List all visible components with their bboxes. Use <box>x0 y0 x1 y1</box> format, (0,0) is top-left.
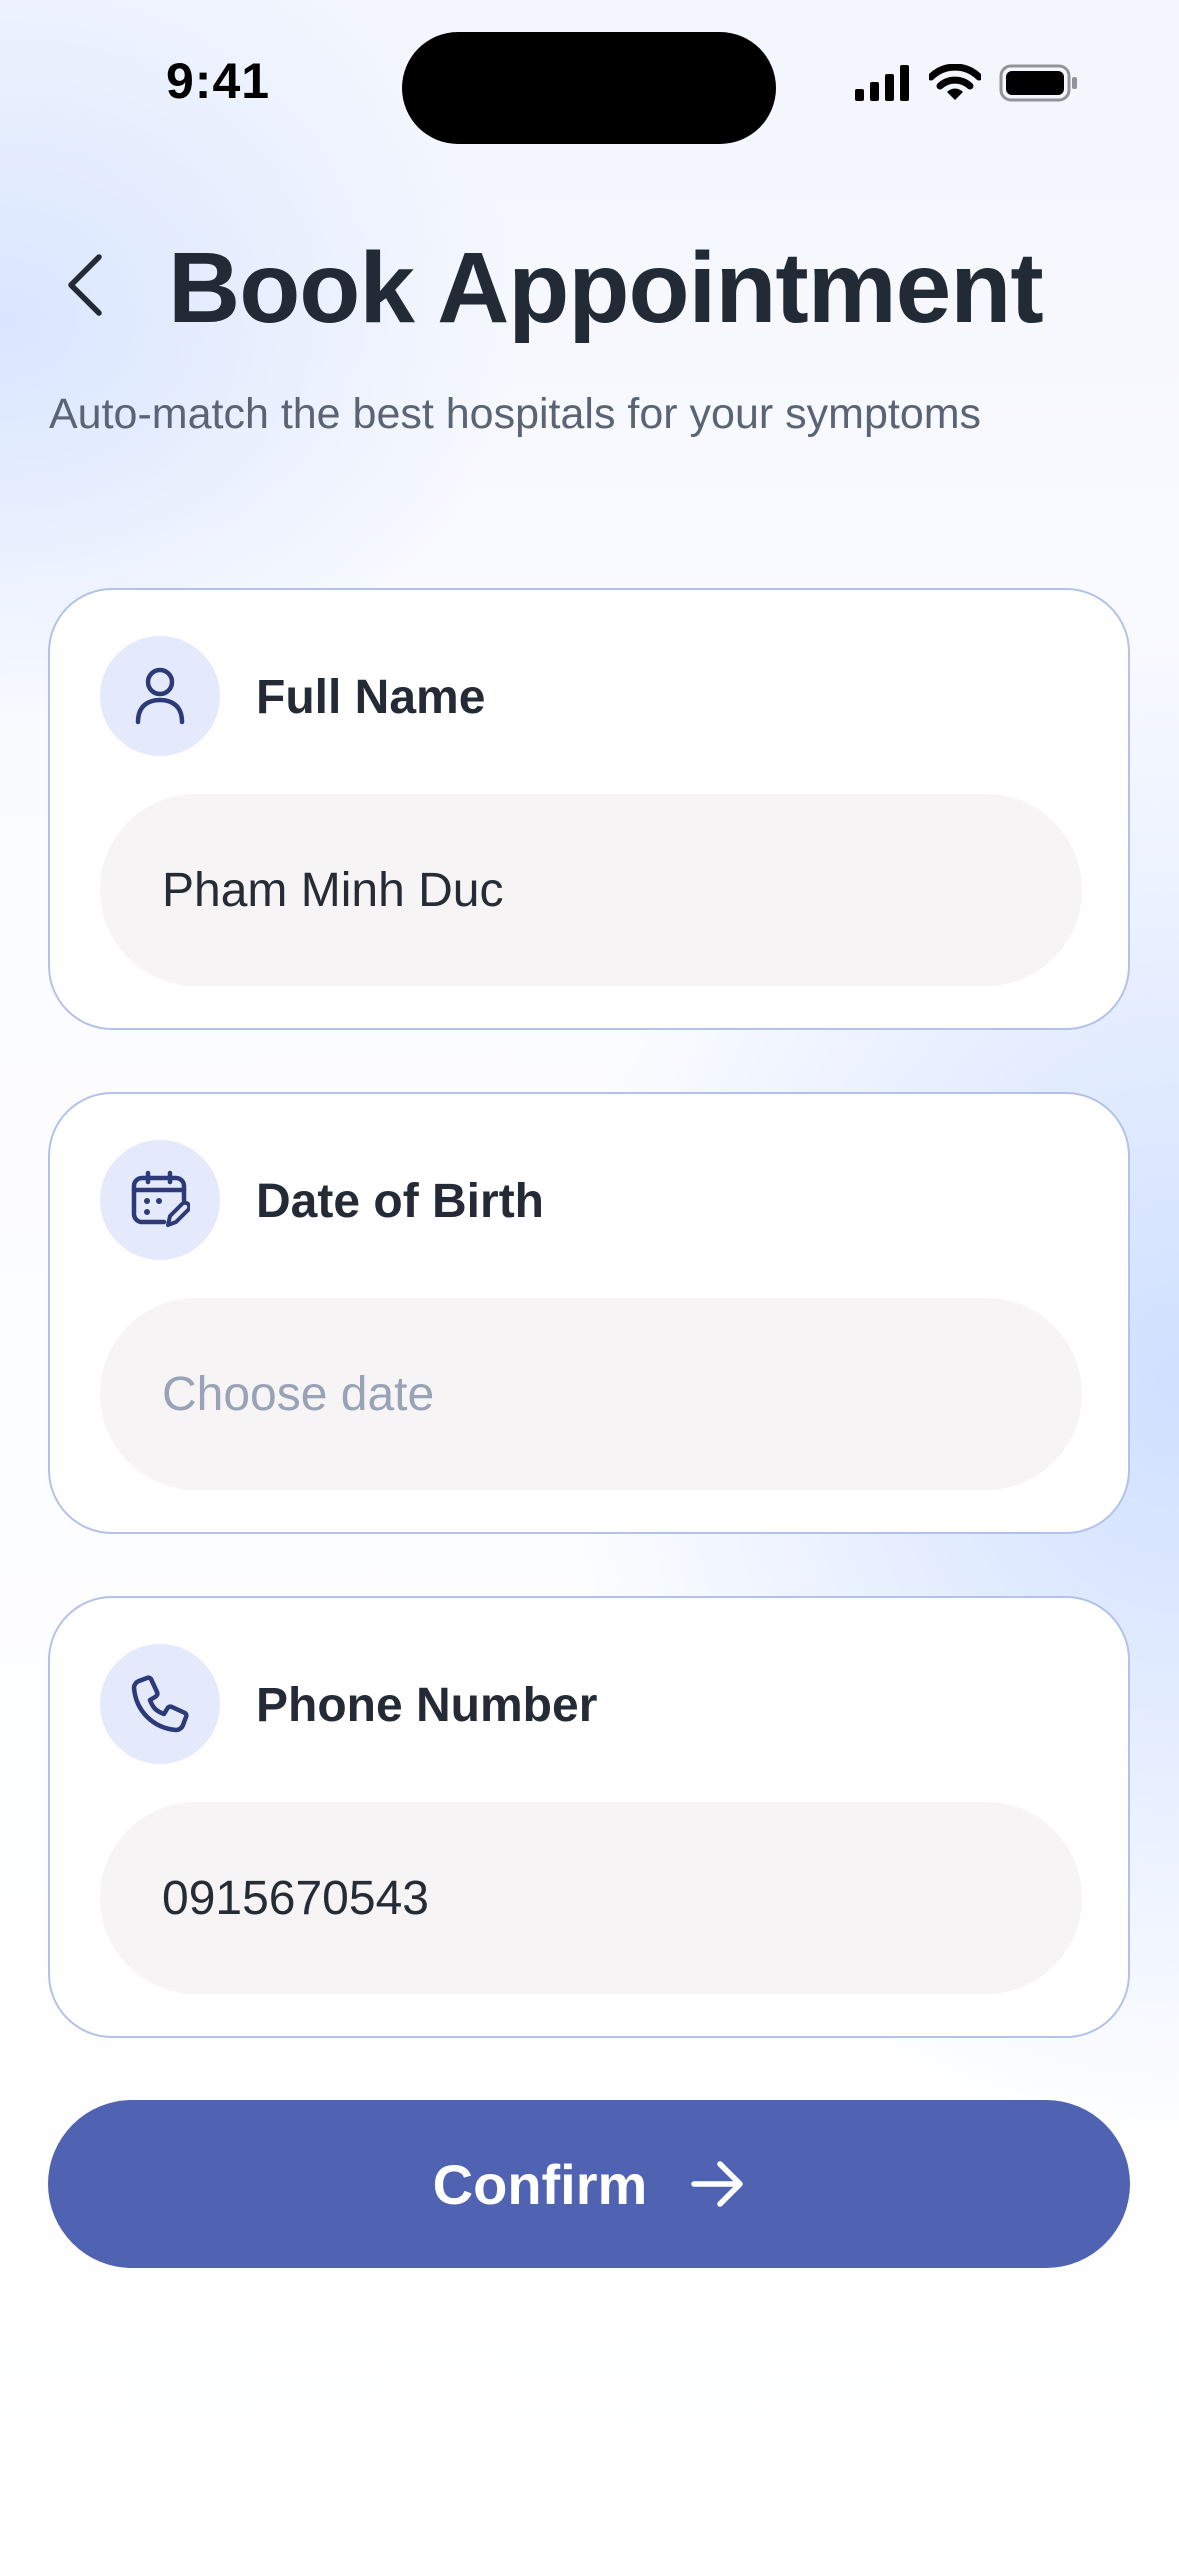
phone-number-input[interactable] <box>100 1802 1082 1994</box>
full-name-card: Full Name <box>48 588 1130 1030</box>
wifi-icon <box>929 64 981 100</box>
confirm-button[interactable]: Confirm <box>48 2100 1130 2268</box>
date-of-birth-label: Date of Birth <box>256 1175 544 1228</box>
page-subtitle: Auto-match the best hospitals for your s… <box>49 390 982 438</box>
full-name-input[interactable] <box>100 794 1082 986</box>
date-of-birth-card: Date of Birth <box>48 1092 1130 1534</box>
phone-icon <box>131 1675 189 1733</box>
confirm-label: Confirm <box>432 2152 648 2216</box>
date-of-birth-input[interactable] <box>100 1298 1082 1490</box>
phone-number-card: Phone Number <box>48 1596 1130 2038</box>
dynamic-island <box>402 32 776 144</box>
status-time: 9:41 <box>166 53 271 109</box>
chevron-left-icon <box>68 254 102 316</box>
back-button[interactable] <box>50 240 120 330</box>
arrow-right-icon <box>691 2161 744 2207</box>
page-title: Book Appointment <box>168 232 1044 344</box>
status-icons <box>855 64 1079 102</box>
full-name-label: Full Name <box>256 671 486 724</box>
full-name-icon-badge <box>100 636 220 756</box>
date-of-birth-icon-badge <box>100 1140 220 1260</box>
user-icon <box>135 667 185 725</box>
phone-number-label: Phone Number <box>256 1679 598 1732</box>
phone-number-icon-badge <box>100 1644 220 1764</box>
battery-icon <box>999 64 1077 102</box>
cellular-signal-icon <box>855 65 909 101</box>
calendar-edit-icon <box>131 1170 190 1227</box>
